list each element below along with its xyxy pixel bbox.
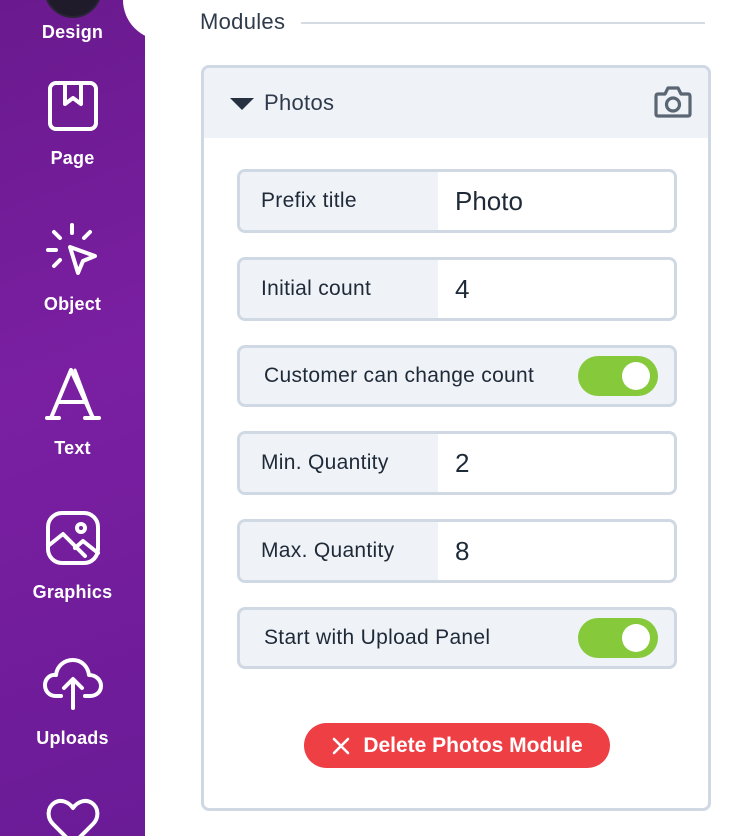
image-icon	[45, 511, 100, 565]
camera-icon	[654, 86, 692, 118]
sidebar-item-label: Design	[41, 22, 104, 42]
cloud-upload-icon	[42, 658, 103, 710]
sidebar-item-favorites[interactable]	[0, 798, 145, 836]
toggle-knob	[622, 362, 650, 390]
modules-header: Modules	[200, 8, 705, 36]
start-upload-panel-label: Start with Upload Panel	[264, 626, 491, 649]
prefix-title-label: Prefix title	[240, 172, 438, 230]
delete-module-label: Delete Photos Module	[363, 733, 583, 757]
letter-a-icon	[44, 368, 101, 420]
initial-count-label: Initial count	[240, 260, 438, 318]
sidebar-item-label: Object	[43, 294, 102, 314]
sidebar-item-label: Uploads	[36, 728, 109, 748]
customer-change-count-toggle[interactable]	[578, 356, 658, 396]
sidebar-item-label: Graphics	[32, 582, 113, 602]
photos-module-header[interactable]: Photos	[204, 68, 708, 138]
min-quantity-label: Min. Quantity	[240, 434, 438, 492]
customer-change-count-row: Customer can change count	[237, 345, 677, 407]
customer-change-count-label: Customer can change count	[264, 364, 535, 387]
start-upload-panel-toggle[interactable]	[578, 618, 658, 658]
start-upload-panel-row: Start with Upload Panel	[237, 607, 677, 669]
photos-module-panel: Photos Prefix title Photo Initial count …	[201, 65, 711, 811]
sidebar-item-label: Page	[50, 148, 95, 168]
bookmark-page-icon	[47, 81, 98, 131]
min-quantity-input[interactable]: 2	[438, 434, 674, 492]
heart-icon	[46, 798, 99, 836]
sidebar-item-page[interactable]: Page	[0, 80, 145, 169]
caret-down-icon[interactable]	[230, 98, 254, 110]
close-icon	[331, 736, 351, 756]
initial-count-field: Initial count 4	[237, 257, 677, 321]
delete-module-button[interactable]: Delete Photos Module	[304, 723, 610, 768]
sidebar-item-label: Text	[54, 438, 91, 458]
max-quantity-field: Max. Quantity 8	[237, 519, 677, 583]
sidebar-item-uploads[interactable]: Uploads	[0, 656, 145, 749]
modules-title: Modules	[200, 9, 286, 34]
cursor-click-icon	[45, 223, 97, 275]
max-quantity-label: Max. Quantity	[240, 522, 438, 580]
divider	[301, 22, 705, 24]
avatar	[43, 0, 102, 18]
sidebar: Design Page Object Text Graphics Uploads	[0, 0, 145, 836]
module-title: Photos	[264, 90, 335, 115]
prefix-title-field: Prefix title Photo	[237, 169, 677, 233]
max-quantity-input[interactable]: 8	[438, 522, 674, 580]
prefix-title-input[interactable]: Photo	[438, 172, 674, 230]
sidebar-item-design[interactable]: Design	[0, 0, 145, 43]
sidebar-item-graphics[interactable]: Graphics	[0, 510, 145, 603]
sidebar-item-object[interactable]: Object	[0, 222, 145, 315]
toggle-knob	[622, 624, 650, 652]
min-quantity-field: Min. Quantity 2	[237, 431, 677, 495]
initial-count-input[interactable]: 4	[438, 260, 674, 318]
sidebar-item-text[interactable]: Text	[0, 366, 145, 459]
